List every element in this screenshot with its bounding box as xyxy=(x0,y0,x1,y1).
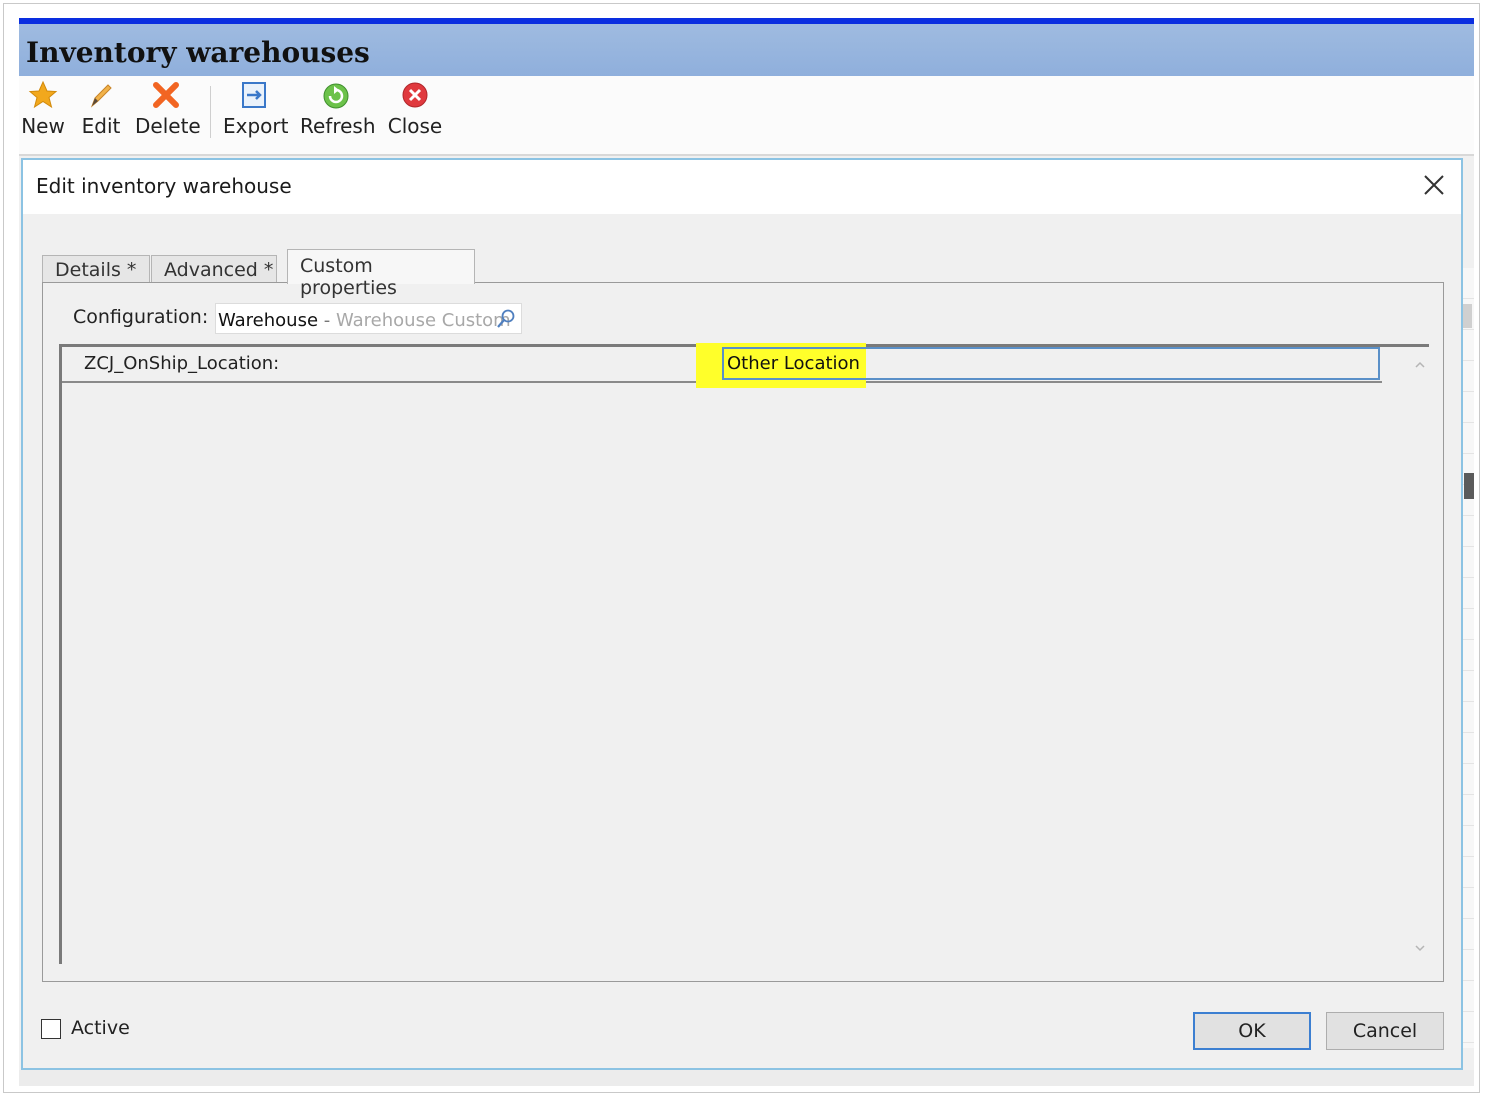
dialog-header: Edit inventory warehouse xyxy=(23,160,1461,214)
title-bar: Inventory warehouses xyxy=(19,24,1474,76)
tab-advanced[interactable]: Advanced * xyxy=(151,255,277,283)
search-icon[interactable] xyxy=(495,308,517,330)
tab-label: Details * xyxy=(55,259,137,281)
chevron-up-icon[interactable] xyxy=(1414,359,1426,371)
edit-warehouse-dialog: Edit inventory warehouse Details * Advan… xyxy=(21,158,1463,1070)
toolbar-separator xyxy=(210,86,211,138)
property-name: ZCJ_OnShip_Location: xyxy=(84,353,280,374)
chevron-down-icon[interactable] xyxy=(1414,942,1426,954)
configuration-value-wrap: Warehouse - Warehouse Custom xyxy=(218,310,511,331)
property-row: ZCJ_OnShip_Location: xyxy=(62,343,1382,388)
close-circle-icon xyxy=(402,82,428,108)
tab-custom-properties[interactable]: Custom properties xyxy=(287,249,475,299)
close-button[interactable]: Close xyxy=(387,80,443,144)
configuration-value: Warehouse xyxy=(218,310,319,331)
configuration-label: Configuration: xyxy=(73,306,209,328)
screenshot-frame: Inventory warehouses New Edit Delete Exp… xyxy=(3,3,1480,1093)
star-icon xyxy=(28,80,58,109)
new-button[interactable]: New xyxy=(21,80,65,144)
active-checkbox-label: Active xyxy=(71,1017,130,1039)
property-grid-scrollbar[interactable] xyxy=(1409,347,1431,964)
configuration-separator: - xyxy=(318,310,336,331)
page-title: Inventory warehouses xyxy=(26,36,370,69)
cancel-button[interactable]: Cancel xyxy=(1326,1012,1444,1050)
configuration-lookup-field[interactable]: Warehouse - Warehouse Custom xyxy=(215,303,522,334)
close-icon[interactable] xyxy=(1421,172,1447,198)
export-icon xyxy=(242,82,266,108)
active-checkbox[interactable] xyxy=(41,1019,61,1039)
ok-button[interactable]: OK xyxy=(1193,1012,1311,1050)
delete-button[interactable]: Delete xyxy=(135,80,201,144)
delete-x-icon xyxy=(153,82,179,108)
tab-label: Custom properties xyxy=(300,255,397,299)
refresh-icon xyxy=(323,83,349,109)
background-scroll-button xyxy=(1462,304,1472,328)
configuration-description: Warehouse Custom xyxy=(336,310,511,331)
dialog-title: Edit inventory warehouse xyxy=(36,174,292,198)
background-scroll-thumb xyxy=(1464,473,1474,499)
property-grid: ZCJ_OnShip_Location: xyxy=(59,343,1431,964)
toolbar: New Edit Delete Export Refresh Close xyxy=(19,76,1474,156)
export-button[interactable]: Export xyxy=(223,80,288,144)
refresh-button[interactable]: Refresh xyxy=(300,80,376,144)
pencil-icon xyxy=(90,84,112,108)
tab-label: Advanced * xyxy=(164,259,274,281)
app-window: Inventory warehouses New Edit Delete Exp… xyxy=(19,18,1474,1086)
window-bottom-strip xyxy=(19,1070,1474,1086)
property-value-input[interactable] xyxy=(722,347,1380,380)
tab-details[interactable]: Details * xyxy=(42,255,150,283)
edit-button[interactable]: Edit xyxy=(79,80,123,144)
custom-properties-panel: Configuration: Warehouse - Warehouse Cus… xyxy=(42,282,1444,982)
